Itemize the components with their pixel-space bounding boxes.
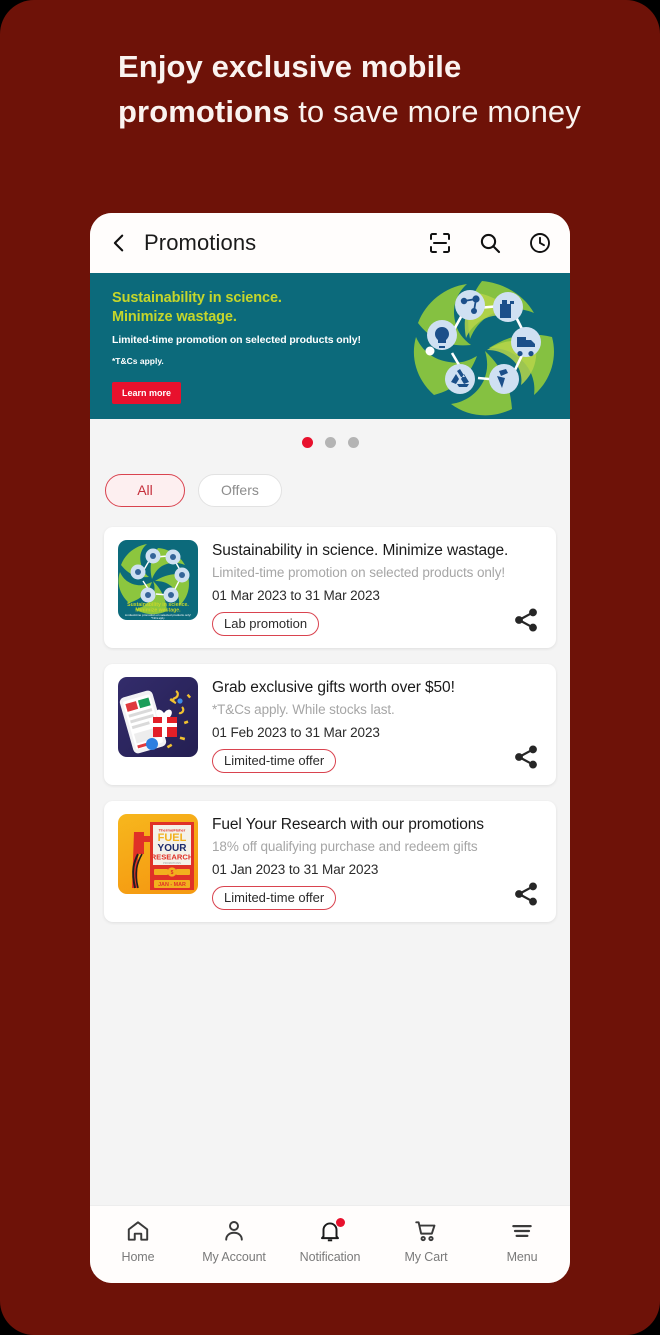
promotion-card[interactable]: Grab exclusive gifts worth over $50! *T&… <box>104 664 556 785</box>
share-icon[interactable] <box>512 880 540 908</box>
filter-chips: All Offers <box>90 465 570 515</box>
app-bar-actions <box>428 231 552 255</box>
nav-label-menu: Menu <box>506 1250 538 1264</box>
promotion-tag[interactable]: Limited-time offer <box>212 886 337 910</box>
nav-item-my-cart[interactable]: My Cart <box>378 1218 474 1264</box>
svg-text:$: $ <box>171 870 174 876</box>
share-icon[interactable] <box>512 743 540 771</box>
nav-label-home: Home <box>121 1250 155 1264</box>
headline-bold-first: Enjoy exclusive mobile <box>118 49 462 84</box>
gift-phone-thumbnail <box>118 677 198 757</box>
promotion-date-range: 01 Jan 2023 to 31 Mar 2023 <box>212 862 379 877</box>
banner-subtitle: Limited-time promotion on selected produ… <box>112 334 361 346</box>
learn-more-button[interactable]: Learn more <box>112 382 182 404</box>
promotion-title: Sustainability in science. Minimize wast… <box>212 542 509 559</box>
bottom-navigation: Home My Account Notification My Cart Men… <box>90 1205 570 1283</box>
carousel-dots <box>90 419 570 465</box>
carousel-dot-3[interactable] <box>347 436 359 448</box>
svg-text:*T&Cs apply.: *T&Cs apply. <box>151 617 165 620</box>
nav-item-my-account[interactable]: My Account <box>186 1218 282 1264</box>
promotion-tag[interactable]: Lab promotion <box>212 612 320 636</box>
promotion-description: 18% off qualifying purchase and redeem g… <box>212 839 478 854</box>
banner-heading-line1: Sustainability in science. <box>112 290 282 306</box>
cart-icon <box>413 1218 439 1244</box>
person-icon <box>221 1218 247 1244</box>
nav-item-menu[interactable]: Menu <box>474 1218 570 1264</box>
home-icon <box>125 1218 151 1244</box>
headline-rest: to save more money <box>289 94 581 129</box>
nav-item-home[interactable]: Home <box>90 1218 186 1264</box>
headline-bold-second: promotions <box>118 94 290 129</box>
promotions-list: Sustainability in science. Minimize wast… <box>90 515 570 1205</box>
nav-label-my-account: My Account <box>202 1250 266 1264</box>
sustainability-cycle-graphic <box>413 281 554 416</box>
promotion-date-range: 01 Feb 2023 to 31 Mar 2023 <box>212 725 380 740</box>
promo-banner[interactable]: Sustainability in science. Minimize wast… <box>90 273 570 419</box>
history-clock-icon[interactable] <box>528 231 552 255</box>
nav-label-notification: Notification <box>299 1250 361 1264</box>
carousel-dot-2[interactable] <box>324 436 336 448</box>
page-root: Enjoy exclusive mobile promotions to sav… <box>0 0 660 1335</box>
promotion-title: Fuel Your Research with our promotions <box>212 816 484 833</box>
promotion-date-range: 01 Mar 2023 to 31 Mar 2023 <box>212 588 380 603</box>
svg-text:JAN - MAR: JAN - MAR <box>158 882 186 888</box>
hamburger-menu-icon <box>509 1218 535 1244</box>
chevron-left-icon[interactable] <box>106 230 132 256</box>
sustainability-thumbnail: Sustainability in science. Minimize wast… <box>118 540 198 620</box>
carousel-dot-1[interactable] <box>301 436 313 448</box>
promotion-card[interactable]: ThermoFisher FUEL YOUR RESEARCH PROMOTIO… <box>104 801 556 922</box>
search-icon[interactable] <box>478 231 502 255</box>
banner-text-block: Sustainability in science. Minimize wast… <box>112 289 374 404</box>
promotion-card-body: Grab exclusive gifts worth over $50! *T&… <box>212 677 542 773</box>
nav-item-notification[interactable]: Notification <box>282 1218 378 1264</box>
promotion-card-body: Fuel Your Research with our promotions 1… <box>212 814 542 910</box>
scan-icon[interactable] <box>428 231 452 255</box>
svg-text:PROMOTIONS: PROMOTIONS <box>163 861 181 865</box>
banner-terms: *T&Cs apply. <box>112 356 164 366</box>
svg-text:RESEARCH: RESEARCH <box>151 853 194 862</box>
promotion-description: Limited-time promotion on selected produ… <box>212 565 505 580</box>
promotion-card[interactable]: Sustainability in science. Minimize wast… <box>104 527 556 648</box>
page-heading: Promotions <box>144 230 257 255</box>
promotion-description: *T&Cs apply. While stocks last. <box>212 702 395 717</box>
app-bar: Promotions <box>90 213 570 273</box>
notification-badge <box>336 1218 345 1227</box>
phone-mockup: Promotions Sustainability in science. Mi… <box>90 213 570 1283</box>
fuel-your-research-thumbnail: ThermoFisher FUEL YOUR RESEARCH PROMOTIO… <box>118 814 198 894</box>
promotion-tag[interactable]: Limited-time offer <box>212 749 337 773</box>
promotion-card-body: Sustainability in science. Minimize wast… <box>212 540 542 636</box>
filter-chip-offers[interactable]: Offers <box>198 473 282 507</box>
share-icon[interactable] <box>512 606 540 634</box>
banner-heading-line2: Minimize wastage. <box>112 309 237 325</box>
nav-label-my-cart: My Cart <box>404 1250 448 1264</box>
filter-chip-all[interactable]: All <box>105 473 185 507</box>
page-title: Enjoy exclusive mobile promotions to sav… <box>118 44 588 134</box>
promotion-title: Grab exclusive gifts worth over $50! <box>212 679 455 696</box>
